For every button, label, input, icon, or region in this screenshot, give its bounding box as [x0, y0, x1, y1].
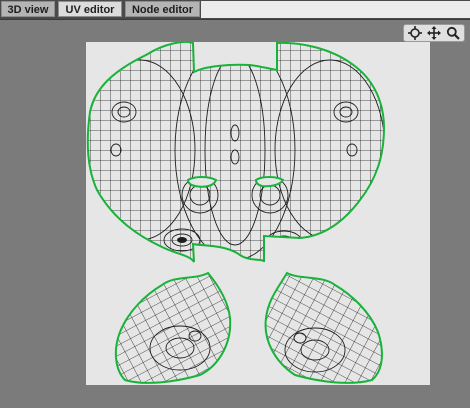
view-toolbox [403, 24, 465, 42]
zoom-icon[interactable] [445, 25, 461, 41]
tab-node-editor[interactable]: Node editor [125, 1, 200, 17]
target-icon[interactable] [407, 25, 423, 41]
uv-island-right[interactable] [260, 260, 390, 385]
eye-hole-left [186, 176, 218, 188]
uv-canvas[interactable] [86, 40, 430, 385]
tab-uv-editor[interactable]: UV editor [58, 1, 122, 17]
uv-layout [86, 40, 390, 385]
tab-3d-view[interactable]: 3D view [1, 1, 55, 17]
uv-island-face[interactable] [86, 40, 386, 264]
tab-bar-empty-area [201, 1, 470, 18]
editor-tab-bar: 3D view UV editor Node editor [0, 0, 470, 20]
move-icon[interactable] [426, 25, 442, 41]
uv-island-left[interactable] [100, 260, 240, 385]
